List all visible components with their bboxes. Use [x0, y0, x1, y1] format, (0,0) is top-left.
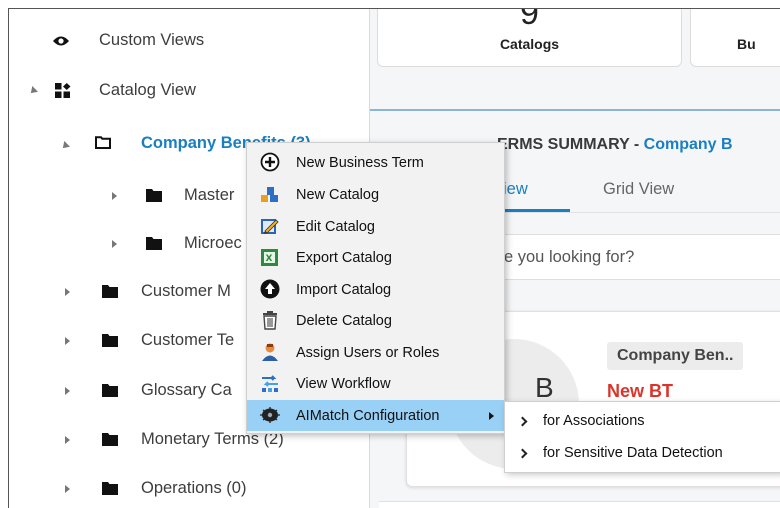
context-menu: New Business Term New Catalog Edit Catal… [246, 142, 505, 434]
caret-collapsed-icon[interactable] [61, 483, 73, 495]
catalog-view-icon [55, 83, 71, 98]
folder-outline-icon [95, 136, 111, 149]
caret-collapsed-icon[interactable] [108, 238, 120, 250]
menu-item-delete-catalog[interactable]: Delete Catalog [247, 305, 504, 336]
summary-title: ERMS SUMMARY - Company B [497, 136, 733, 154]
tab-list-view[interactable]: iew [503, 180, 528, 199]
tree-item-label: Custom Views [99, 30, 205, 49]
folder-icon [146, 189, 162, 202]
app-frame: Custom Views Catalog View Company Benefi… [8, 8, 780, 508]
edit-catalog-icon [259, 215, 281, 237]
menu-item-label: Delete Catalog [296, 312, 392, 329]
tree-item-label: Master [184, 185, 235, 204]
caret-expanded-icon[interactable] [59, 140, 71, 152]
folder-icon [102, 285, 118, 298]
plus-circle-icon [259, 151, 281, 173]
trash-icon [259, 309, 281, 331]
catalogs-count: 9 [520, 8, 539, 32]
section-divider [370, 109, 780, 111]
menu-item-import-catalog[interactable]: Import Catalog [247, 274, 504, 305]
caret-collapsed-icon[interactable] [61, 385, 73, 397]
folder-icon [102, 384, 118, 397]
catalogs-stat-card[interactable]: 9 Catalogs [377, 8, 682, 67]
tree-item-label: Customer M [141, 281, 231, 300]
submenu-item-label: for Sensitive Data Detection [543, 445, 723, 461]
aimatch-icon [259, 404, 281, 426]
aimatch-submenu: for Associations for Sensitive Data Dete… [504, 401, 780, 473]
menu-item-export-catalog[interactable]: X Export Catalog [247, 242, 504, 273]
svg-text:X: X [266, 254, 273, 264]
menu-item-label: View Workflow [296, 375, 391, 392]
menu-item-new-business-term[interactable]: New Business Term [247, 147, 504, 178]
menu-item-label: Assign Users or Roles [296, 344, 440, 361]
menu-item-label: New Catalog [296, 186, 380, 203]
tree-item-label: Microec [184, 233, 242, 252]
folder-icon [102, 433, 118, 446]
menu-item-label: Import Catalog [296, 281, 392, 298]
menu-item-view-workflow[interactable]: View Workflow [247, 368, 504, 399]
submenu-item-for-sensitive-data[interactable]: for Sensitive Data Detection [505, 438, 780, 470]
menu-item-label: Export Catalog [296, 249, 392, 266]
folder-icon [102, 482, 118, 495]
caret-collapsed-icon[interactable] [61, 335, 73, 347]
import-icon [259, 278, 281, 300]
caret-expanded-icon[interactable] [27, 85, 39, 97]
menu-item-label: Edit Catalog [296, 218, 375, 235]
eye-icon [52, 35, 70, 48]
menu-item-new-catalog[interactable]: New Catalog [247, 179, 504, 210]
folder-icon [146, 237, 162, 250]
catalog-chip: Company Ben.. [607, 342, 744, 370]
caret-collapsed-icon[interactable] [61, 286, 73, 298]
catalogs-label: Catalogs [499, 36, 560, 52]
new-catalog-icon [259, 183, 281, 205]
second-stat-card[interactable]: Bu [690, 9, 780, 67]
submenu-item-label: for Associations [543, 413, 645, 429]
avatar-letter: B [535, 372, 554, 403]
tree-item-label: Operations (0) [141, 478, 247, 497]
tab-grid-view[interactable]: Grid View [603, 180, 674, 199]
menu-item-label: AIMatch Configuration [296, 407, 440, 424]
search-placeholder: e you looking for? [504, 248, 635, 266]
business-term-name[interactable]: New BT [607, 381, 673, 402]
tree-item-label: Customer Te [141, 330, 235, 349]
chevron-right-icon [517, 448, 528, 459]
menu-item-aimatch-configuration[interactable]: AIMatch Configuration [247, 400, 504, 431]
menu-item-assign-users[interactable]: Assign Users or Roles [247, 337, 504, 368]
menu-item-edit-catalog[interactable]: Edit Catalog [247, 211, 504, 242]
workflow-icon [259, 372, 281, 394]
chevron-right-icon [517, 416, 528, 427]
caret-collapsed-icon[interactable] [61, 434, 73, 446]
summary-title-catalog: Company B [643, 136, 733, 153]
next-card [379, 501, 780, 508]
export-icon: X [259, 246, 281, 268]
tree-item-label: Glossary Ca [141, 380, 232, 399]
caret-collapsed-icon[interactable] [108, 190, 120, 202]
second-card-label: Bu [737, 36, 756, 52]
folder-icon [102, 334, 118, 347]
submenu-item-for-associations[interactable]: for Associations [505, 406, 780, 438]
tree-item-label: Catalog View [99, 80, 196, 99]
submenu-arrow-icon [489, 412, 494, 420]
assign-users-icon [259, 341, 281, 363]
summary-title-prefix: ERMS SUMMARY - [497, 136, 644, 153]
menu-item-label: New Business Term [296, 154, 424, 171]
